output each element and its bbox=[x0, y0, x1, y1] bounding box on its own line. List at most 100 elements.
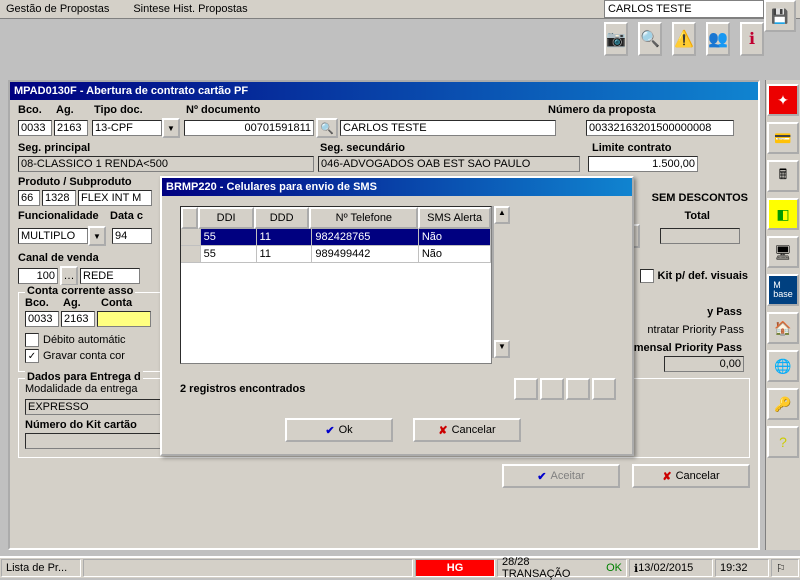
debito-label: Débito automátic bbox=[43, 334, 126, 346]
card-icon[interactable]: 💳 bbox=[767, 122, 799, 154]
status-blank bbox=[83, 559, 413, 577]
cancelar-button[interactable]: ✘Cancelar bbox=[632, 464, 750, 488]
segp-label: Seg. principal bbox=[18, 142, 318, 154]
canal1-input[interactable]: 100 bbox=[18, 268, 58, 284]
ccag-input[interactable]: 2163 bbox=[61, 311, 95, 327]
globe-icon[interactable]: 🌐 bbox=[767, 350, 799, 382]
prod1-input[interactable]: 66 bbox=[18, 190, 40, 206]
info-icon[interactable]: ℹ bbox=[740, 22, 764, 56]
window-title: MPAD0130F - Abertura de contrato cartão … bbox=[10, 82, 758, 100]
camera-icon[interactable]: 📷 bbox=[604, 22, 628, 56]
semdesc-label: SEM DESCONTOS bbox=[652, 192, 748, 204]
help-icon[interactable]: ? bbox=[767, 426, 799, 458]
ag-input[interactable]: 2163 bbox=[54, 120, 88, 136]
up-icon[interactable] bbox=[566, 378, 590, 400]
kit-checkbox[interactable] bbox=[640, 269, 654, 283]
tipodoc-label: Tipo doc. bbox=[94, 104, 184, 116]
prod-label: Produto / Subproduto bbox=[18, 176, 132, 188]
ag-label: Ag. bbox=[56, 104, 92, 116]
current-user: CARLOS TESTE bbox=[604, 0, 764, 18]
col-ddd[interactable]: DDD bbox=[254, 207, 310, 229]
status-flag-icon: ⚐ bbox=[771, 559, 799, 577]
scrollbar[interactable]: ▲ ▼ bbox=[492, 206, 510, 358]
prod2-input[interactable]: 1328 bbox=[42, 190, 76, 206]
monitor-icon[interactable]: 🖥 bbox=[767, 236, 799, 268]
status-hg: HG bbox=[415, 559, 495, 577]
top-right-area: CARLOS TESTE 📷 🔍 ⚠️ 👥 ℹ bbox=[604, 0, 764, 56]
datac-label: Data c bbox=[110, 210, 143, 222]
mbase-icon[interactable]: Mbase bbox=[767, 274, 799, 306]
chevron-down-icon[interactable]: ▼ bbox=[162, 118, 180, 138]
people-icon[interactable]: 👥 bbox=[706, 22, 730, 56]
ok-button[interactable]: ✔Ok bbox=[285, 418, 393, 442]
func2-input[interactable]: 94 bbox=[112, 228, 152, 244]
remove-icon[interactable] bbox=[540, 378, 564, 400]
house-icon[interactable]: 🏠 bbox=[767, 312, 799, 344]
lookup-icon[interactable]: … bbox=[60, 266, 78, 286]
lim-input[interactable]: 1.500,00 bbox=[588, 156, 698, 172]
key-icon[interactable]: 🔑 bbox=[767, 388, 799, 420]
puzzle-icon[interactable]: ◧ bbox=[767, 198, 799, 230]
cc-legend: Conta corrente asso bbox=[25, 285, 135, 297]
modal-sms: BRMP220 - Celulares para envio de SMS DD… bbox=[160, 176, 634, 456]
action-toolbar: 📷 🔍 ⚠️ 👥 ℹ bbox=[604, 22, 764, 56]
table-row[interactable]: 55 11 982428765 Não bbox=[181, 229, 491, 246]
ccbco-input[interactable]: 0033 bbox=[25, 311, 59, 327]
segp-input: 08-CLASSICO 1 RENDA<500 bbox=[18, 156, 314, 172]
modal-cancel-button[interactable]: ✘Cancelar bbox=[413, 418, 521, 442]
kit-label: Kit p/ def. visuais bbox=[658, 270, 748, 282]
modal-title: BRMP220 - Celulares para envio de SMS bbox=[162, 178, 632, 196]
col-ddi[interactable]: DDI bbox=[198, 207, 254, 229]
segs-input: 046-ADVOGADOS OAB EST SAO PAULO bbox=[318, 156, 580, 172]
tipodoc-select[interactable]: 13-CPF bbox=[92, 120, 162, 136]
conta-corrente-group: Conta corrente asso Bco. Ag. Conta 0033 … bbox=[18, 292, 182, 372]
pass-value: 0,00 bbox=[664, 356, 744, 372]
total-label: Total bbox=[685, 210, 710, 222]
menu-gestao[interactable]: Gestão de Propostas bbox=[6, 3, 121, 15]
menu-sintese[interactable]: Sintese Hist. Propostas bbox=[133, 3, 259, 15]
canal-label: Canal de venda bbox=[18, 252, 99, 264]
status-tab[interactable]: Lista de Pr... bbox=[1, 559, 81, 577]
santander-icon[interactable]: ✦ bbox=[767, 84, 799, 116]
pass-contratar: ntratar Priority Pass bbox=[634, 324, 744, 336]
down-icon[interactable] bbox=[592, 378, 616, 400]
status-trans: 28/28 TRANSAÇÃO OK bbox=[497, 559, 627, 577]
pass-label: y Pass bbox=[634, 306, 742, 318]
bco-input[interactable]: 0033 bbox=[18, 120, 52, 136]
debito-checkbox[interactable] bbox=[25, 333, 39, 347]
gravar-checkbox[interactable]: ✓ bbox=[25, 349, 39, 363]
status-time: 19:32 bbox=[715, 559, 769, 577]
col-sms[interactable]: SMS Alerta bbox=[418, 207, 491, 229]
count-label: 2 registros encontrados bbox=[180, 383, 305, 395]
add-icon[interactable] bbox=[514, 378, 538, 400]
gravar-label: Gravar conta cor bbox=[43, 350, 125, 362]
lim-label: Limite contrato bbox=[592, 142, 671, 154]
save-icon[interactable]: 💾 bbox=[764, 0, 796, 32]
col-tel[interactable]: Nº Telefone bbox=[309, 207, 418, 229]
ndoc-input[interactable]: 00701591811 bbox=[184, 120, 314, 136]
table-row[interactable]: 55 11 989499442 Não bbox=[181, 246, 491, 263]
total-input bbox=[660, 228, 740, 244]
chevron-down-icon[interactable]: ▼ bbox=[88, 226, 106, 246]
ccconta-input[interactable] bbox=[97, 311, 151, 327]
ccag-label: Ag. bbox=[63, 297, 99, 309]
ccconta-label: Conta bbox=[101, 297, 132, 309]
nav-buttons bbox=[514, 378, 616, 400]
status-bar: Lista de Pr... HG 28/28 TRANSAÇÃO OK ℹ13… bbox=[0, 556, 800, 578]
numprop-input: 00332163201500000008 bbox=[586, 120, 734, 136]
canal2-input: REDE bbox=[80, 268, 140, 284]
lookup-icon[interactable]: 🔍 bbox=[316, 118, 338, 138]
numprop-label: Número da proposta bbox=[548, 104, 656, 116]
prod3-input[interactable]: FLEX INT M bbox=[78, 190, 152, 206]
func-label: Funcionalidade bbox=[18, 210, 108, 222]
warning-icon[interactable]: ⚠️ bbox=[672, 22, 696, 56]
ndoc-label: Nº documento bbox=[186, 104, 316, 116]
phones-table: DDI DDD Nº Telefone SMS Alerta 55 11 982… bbox=[180, 206, 492, 364]
dados-legend: Dados para Entrega d bbox=[25, 371, 143, 383]
calc-icon[interactable]: 🖩 bbox=[767, 160, 799, 192]
func-select[interactable]: MULTIPLO bbox=[18, 228, 88, 244]
nome-input[interactable]: CARLOS TESTE bbox=[340, 120, 556, 136]
segs-label: Seg. secundário bbox=[320, 142, 590, 154]
aceitar-button: ✔Aceitar bbox=[502, 464, 620, 488]
inspect-icon[interactable]: 🔍 bbox=[638, 22, 662, 56]
